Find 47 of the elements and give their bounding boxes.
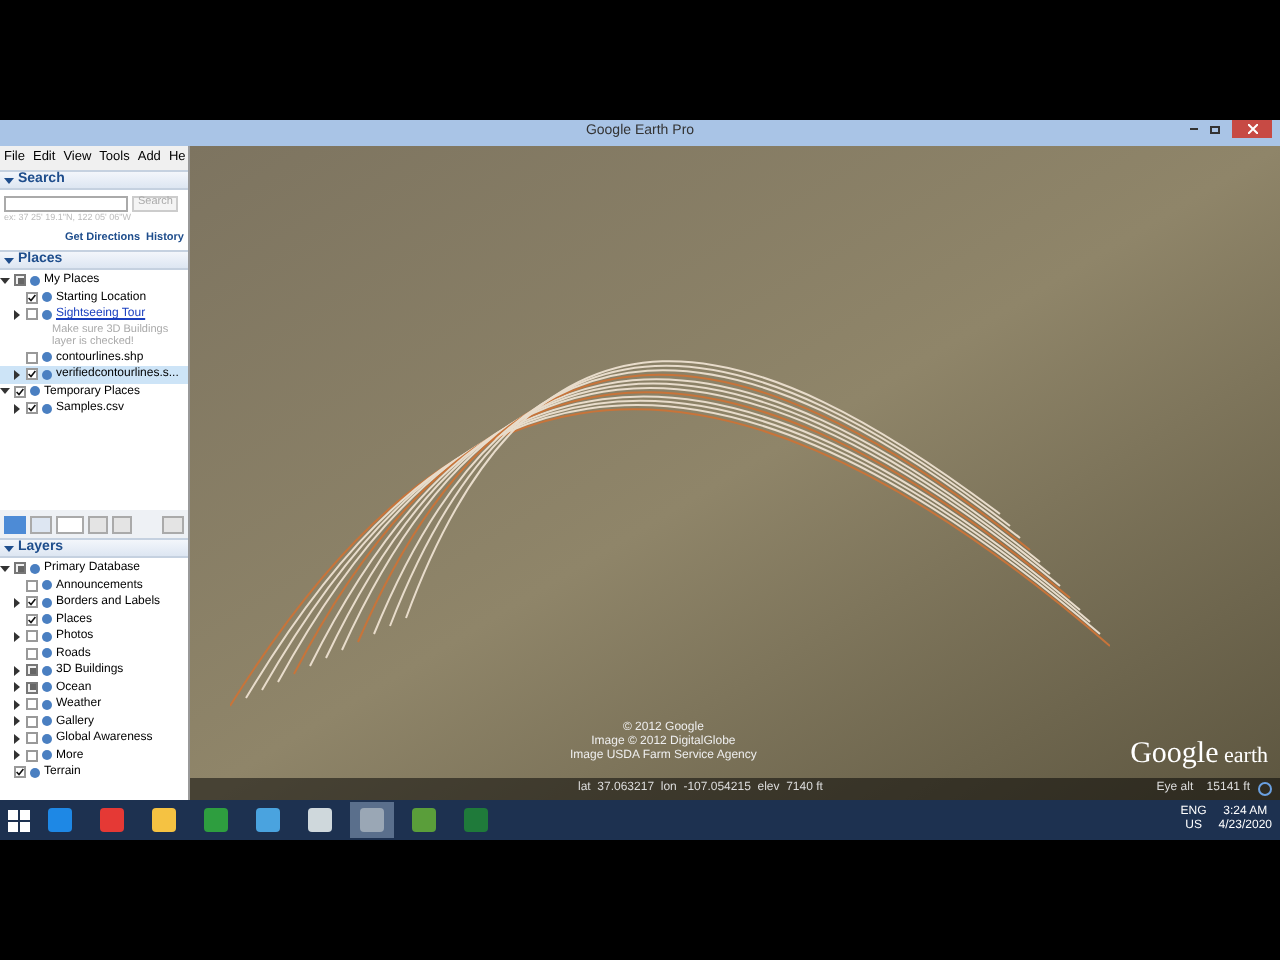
checkbox[interactable]	[26, 698, 38, 711]
checkbox[interactable]	[26, 749, 38, 762]
expand-arrow-icon[interactable]	[12, 750, 22, 761]
loading-ring-icon	[1258, 782, 1272, 796]
expand-arrow-icon[interactable]	[12, 716, 22, 727]
expand-arrow-icon[interactable]	[12, 369, 22, 380]
blank-field[interactable]	[56, 515, 84, 533]
checkbox[interactable]	[26, 664, 38, 677]
checkbox[interactable]	[26, 308, 38, 321]
checkbox[interactable]	[26, 681, 38, 694]
maximize-icon[interactable]	[1210, 125, 1220, 133]
collapse-arrow-icon	[4, 543, 14, 553]
checkbox[interactable]	[26, 715, 38, 728]
collapse-arrow-icon[interactable]	[0, 386, 10, 397]
checkbox[interactable]	[26, 579, 38, 592]
expand-arrow-icon[interactable]	[12, 665, 22, 676]
expand-arrow-icon[interactable]	[12, 699, 22, 710]
checkbox[interactable]	[26, 402, 38, 415]
windows-logo-icon[interactable]	[8, 809, 30, 831]
checkbox[interactable]	[14, 766, 26, 779]
checkbox[interactable]	[26, 613, 38, 626]
close-button[interactable]	[1232, 120, 1272, 138]
expand-arrow-icon[interactable]	[12, 403, 22, 414]
checkbox[interactable]	[14, 385, 26, 398]
search-toggle-button[interactable]	[4, 515, 26, 533]
checkbox[interactable]	[26, 596, 38, 609]
checkbox[interactable]	[26, 630, 38, 643]
expand-arrow-icon[interactable]	[12, 597, 22, 608]
logo-text: Google earth	[1130, 740, 1268, 770]
collapse-arrow-icon[interactable]	[0, 275, 10, 286]
expand-arrow-icon[interactable]	[12, 733, 22, 744]
expand-arrow-icon[interactable]	[12, 682, 22, 693]
close-icon	[1247, 124, 1257, 134]
checkbox[interactable]	[26, 368, 38, 381]
checkbox[interactable]	[26, 351, 38, 364]
panel-toggle-button[interactable]	[30, 515, 52, 533]
checkbox[interactable]	[14, 274, 26, 287]
checkbox[interactable]	[26, 647, 38, 660]
checkbox[interactable]	[26, 291, 38, 304]
checkbox[interactable]	[14, 562, 26, 575]
collapse-arrow-icon[interactable]	[0, 563, 10, 574]
checkbox[interactable]	[26, 732, 38, 745]
collapse-arrow-icon	[4, 255, 14, 265]
expand-arrow-icon[interactable]	[12, 309, 22, 320]
search-field[interactable]	[4, 196, 128, 212]
collapse-arrow-icon	[4, 175, 14, 185]
expand-arrow-icon[interactable]	[12, 631, 22, 642]
